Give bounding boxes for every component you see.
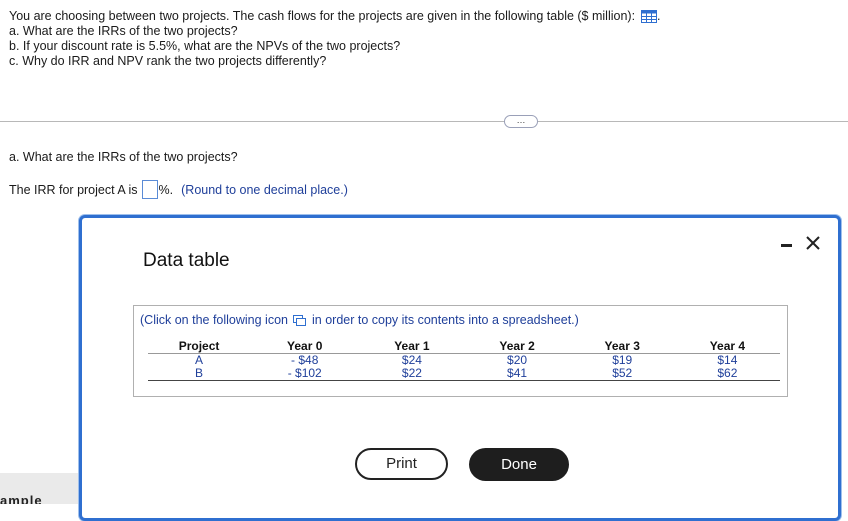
table-row: B - $102 $22 $41 $52 $62 bbox=[148, 367, 780, 381]
question-part-b: b. If your discount rate is 5.5%, what a… bbox=[9, 39, 401, 53]
question-part-c: c. Why do IRR and NPV rank the two proje… bbox=[9, 54, 327, 68]
table-cell: $52 bbox=[569, 367, 675, 381]
answer-prefix: The IRR for project A is bbox=[9, 182, 138, 197]
sub-question: a. What are the IRRs of the two projects… bbox=[9, 150, 238, 164]
question-intro: You are choosing between two projects. T… bbox=[9, 9, 661, 69]
section-divider bbox=[0, 121, 848, 122]
table-cell: $62 bbox=[674, 367, 780, 381]
question-period: . bbox=[657, 9, 661, 23]
question-text: You are choosing between two projects. T… bbox=[9, 9, 636, 23]
table-cell: - $102 bbox=[250, 367, 360, 381]
minimize-icon[interactable] bbox=[780, 238, 794, 250]
table-row: A - $48 $24 $20 $19 $14 bbox=[148, 354, 780, 368]
answer-suffix: %. bbox=[158, 182, 174, 197]
column-header: Year 4 bbox=[674, 340, 780, 354]
done-button[interactable]: Done bbox=[469, 448, 569, 481]
table-cell: $41 bbox=[464, 367, 570, 381]
close-icon[interactable] bbox=[804, 234, 822, 252]
data-table-dialog: Data table (Click on the following icon … bbox=[79, 215, 841, 521]
copy-note: (Click on the following icon in order to… bbox=[140, 313, 579, 327]
column-header: Project bbox=[148, 340, 251, 354]
copy-note-after: in order to copy its contents into a spr… bbox=[312, 313, 579, 327]
table-header-row: Project Year 0 Year 1 Year 2 Year 3 Year… bbox=[148, 340, 780, 354]
cash-flow-table: Project Year 0 Year 1 Year 2 Year 3 Year… bbox=[148, 340, 780, 381]
table-cell: $14 bbox=[717, 353, 738, 367]
column-header: Year 0 bbox=[250, 340, 360, 354]
question-part-a: a. What are the IRRs of the two projects… bbox=[9, 24, 238, 38]
column-header: Year 2 bbox=[464, 340, 570, 354]
dialog-title: Data table bbox=[143, 250, 230, 271]
table-cell: B bbox=[148, 367, 251, 381]
table-cell: $24 bbox=[401, 353, 422, 367]
column-header: Year 1 bbox=[359, 340, 465, 354]
copy-note-before: (Click on the following icon bbox=[140, 313, 288, 327]
irr-answer-input[interactable] bbox=[141, 180, 158, 199]
table-cell: $19 bbox=[612, 353, 633, 367]
table-cell: A bbox=[195, 353, 204, 367]
bottom-left-fragment: ample bbox=[0, 493, 43, 504]
answer-line: The IRR for project A is %. (Round to on… bbox=[9, 180, 348, 199]
column-header: Year 3 bbox=[569, 340, 675, 354]
print-button[interactable]: Print bbox=[355, 448, 448, 480]
table-cell: - $48 bbox=[291, 353, 319, 367]
table-icon[interactable] bbox=[641, 10, 658, 23]
copy-icon[interactable] bbox=[293, 314, 306, 326]
expand-more-button[interactable]: … bbox=[504, 115, 538, 128]
table-cell: $20 bbox=[507, 353, 528, 367]
table-cell: $22 bbox=[359, 367, 465, 381]
data-table-panel: (Click on the following icon in order to… bbox=[133, 305, 788, 397]
rounding-hint: (Round to one decimal place.) bbox=[181, 182, 348, 197]
